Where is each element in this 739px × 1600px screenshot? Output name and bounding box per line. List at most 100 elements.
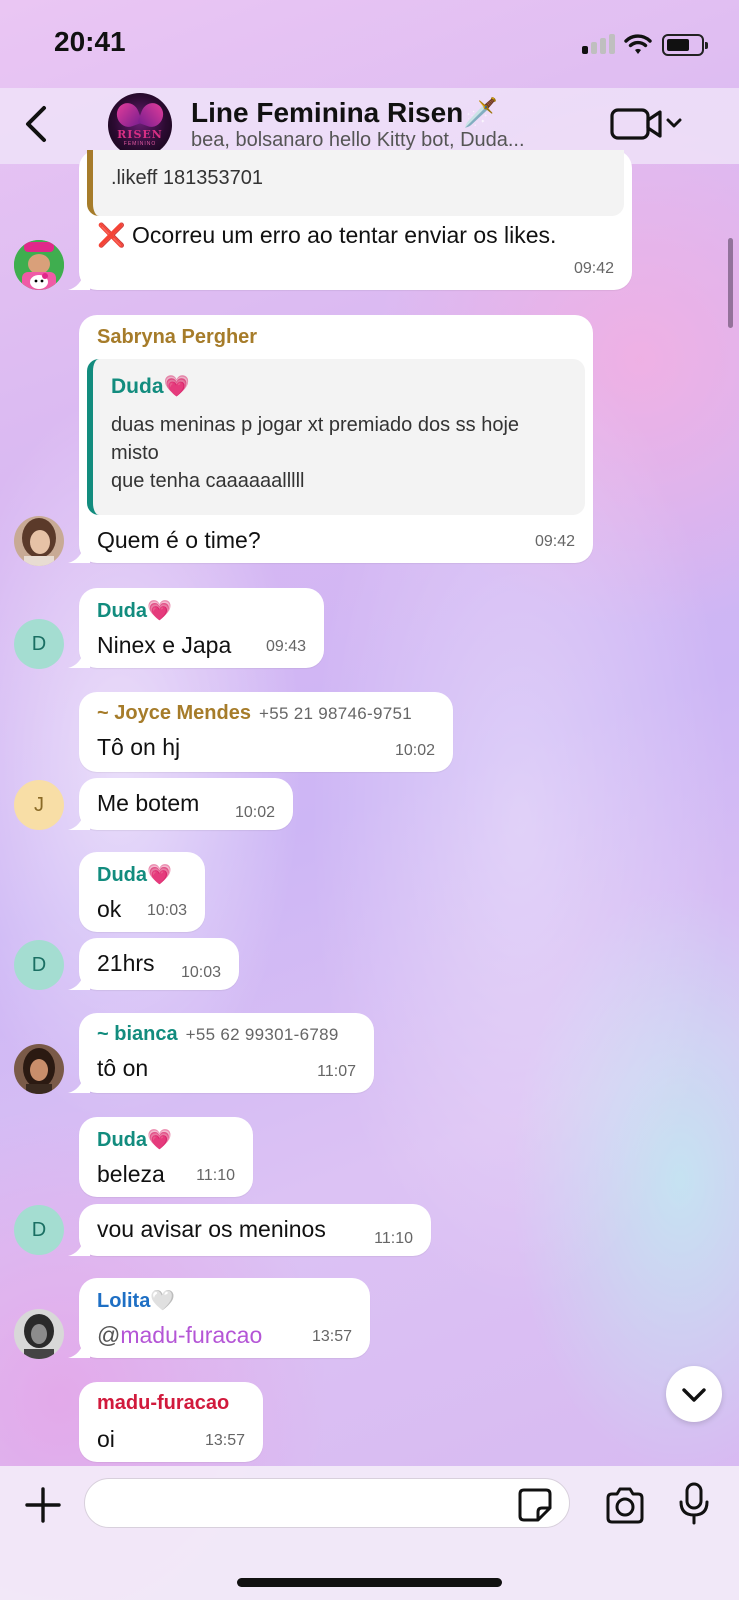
quoted-line: que tenha caaaaaalllll <box>111 470 305 492</box>
group-participants[interactable]: bea, bolsanaro hello Kitty bot, Duda... <box>191 129 525 152</box>
sticker-icon[interactable] <box>518 1488 552 1522</box>
status-time: 20:41 <box>54 26 126 57</box>
logo-wing-icon <box>137 99 167 131</box>
message-time: 10:02 <box>394 742 435 759</box>
message-bubble[interactable]: vou avisar os meninos 11:10 <box>68 1204 431 1256</box>
message-text: oi <box>97 1426 115 1452</box>
message-time: 11:10 <box>196 1167 235 1184</box>
sender-name: ~ bianca <box>97 1023 178 1045</box>
microphone-button[interactable] <box>678 1482 710 1526</box>
message-sender[interactable]: ~ Joyce Mendes +55 21 98746-9751 <box>97 702 412 725</box>
message-text: vou avisar os meninos <box>97 1216 326 1242</box>
bubble-tail <box>68 1340 90 1358</box>
message-bubble[interactable]: Duda💗 beleza 11:10 <box>79 1117 253 1197</box>
avatar[interactable]: D <box>14 940 64 990</box>
message-bubble[interactable]: Me botem 10:02 <box>68 778 293 830</box>
message-bubble[interactable]: madu-furacao oi 13:57 <box>79 1382 263 1462</box>
quoted-line: misto <box>111 442 159 464</box>
mention-prefix: @ <box>97 1322 121 1348</box>
back-button[interactable] <box>18 102 58 146</box>
message-time: 13:57 <box>311 1328 352 1345</box>
message-time: 10:02 <box>234 804 275 821</box>
bubble-tail <box>68 650 90 668</box>
avatar[interactable]: J <box>14 780 64 830</box>
logo-wing-icon <box>113 99 143 131</box>
bubble-tail <box>68 812 90 830</box>
camera-button[interactable] <box>604 1486 646 1526</box>
cellular-signal-icon <box>582 34 616 54</box>
avatar[interactable] <box>14 516 64 566</box>
message-time: 13:57 <box>204 1432 245 1449</box>
message-time: 11:10 <box>374 1230 413 1247</box>
group-avatar[interactable]: RISEN FEMININO <box>108 93 172 157</box>
message-bubble[interactable]: .likeff 181353701 ❌ Ocorreu um erro ao t… <box>68 150 632 290</box>
home-indicator[interactable] <box>237 1578 502 1587</box>
status-bar: 20:41 <box>0 0 739 88</box>
message-time: 11:07 <box>317 1063 356 1080</box>
scrollbar[interactable] <box>728 238 733 328</box>
bubble-tail <box>68 972 90 990</box>
message-time: 09:42 <box>534 533 575 550</box>
user-photo-icon <box>14 1044 64 1094</box>
message-sender[interactable]: Duda💗 <box>97 1127 172 1152</box>
sender-name: ~ Joyce Mendes <box>97 702 251 724</box>
chevron-down-icon <box>682 1388 706 1402</box>
message-bubble[interactable]: ~ bianca +55 62 99301-6789 tô on 11:07 <box>68 1013 374 1093</box>
message-time: 10:03 <box>146 902 187 919</box>
avatar[interactable]: D <box>14 1205 64 1255</box>
hello-kitty-avatar-icon <box>14 240 64 290</box>
sender-phone: +55 21 98746-9751 <box>258 704 413 723</box>
avatar-logo-subtext: FEMININO <box>123 141 157 147</box>
avatar-logo-text: RISEN <box>117 128 163 141</box>
avatar[interactable]: D <box>14 619 64 669</box>
message-text: ❌ Ocorreu um erro ao tentar enviar os li… <box>97 222 557 248</box>
avatar[interactable] <box>14 1309 64 1359</box>
mention-link[interactable]: madu-furacao <box>120 1322 262 1348</box>
message-bubble[interactable]: Lolita🤍 @madu-furacao 13:57 <box>68 1278 370 1358</box>
user-photo-icon <box>14 516 64 566</box>
message-text: Ninex e Japa <box>97 632 232 658</box>
message-text: 21hrs <box>97 950 155 976</box>
battery-icon <box>662 34 708 56</box>
attach-plus-button[interactable] <box>24 1486 62 1524</box>
message-text: ok <box>97 896 122 922</box>
scroll-to-bottom-button[interactable] <box>666 1366 722 1422</box>
message-sender[interactable]: Sabryna Pergher <box>97 326 257 349</box>
quoted-text: duas meninas p jogar xt premiado dos ss … <box>111 411 519 495</box>
message-time: 10:03 <box>180 964 221 981</box>
message-bubble[interactable]: ~ Joyce Mendes +55 21 98746-9751 Tô on hj… <box>79 692 453 772</box>
message-text: Tô on hj <box>97 734 181 760</box>
message-sender[interactable]: Duda💗 <box>97 862 172 887</box>
message-bubble[interactable]: Duda💗 Ninex e Japa 09:43 <box>68 588 324 668</box>
avatar[interactable] <box>14 240 64 290</box>
quoted-text: .likeff 181353701 <box>111 167 263 189</box>
bubble-tail <box>68 272 90 290</box>
group-title[interactable]: Line Feminina Risen🗡️ <box>191 96 498 129</box>
quoted-message: .likeff 181353701 <box>87 150 624 216</box>
message-text: Quem é o time? <box>97 527 261 553</box>
message-sender[interactable]: madu-furacao <box>97 1392 229 1415</box>
user-photo-icon <box>14 1309 64 1359</box>
message-bubble[interactable]: 21hrs 10:03 <box>68 938 239 990</box>
video-call-button[interactable] <box>610 102 686 146</box>
message-input[interactable] <box>84 1478 570 1528</box>
message-text: Me botem <box>97 790 200 816</box>
message-time: 09:42 <box>573 260 614 277</box>
message-text: tô on <box>97 1055 149 1081</box>
message-sender[interactable]: Lolita🤍 <box>97 1288 175 1313</box>
message-text: @madu-furacao <box>97 1322 262 1349</box>
bubble-tail <box>68 545 90 563</box>
quoted-line: duas meninas p jogar xt premiado dos ss … <box>111 414 520 436</box>
bubble-tail <box>68 1238 90 1256</box>
wifi-icon <box>624 34 652 54</box>
avatar[interactable] <box>14 1044 64 1094</box>
bubble-tail <box>68 1075 90 1093</box>
sender-phone: +55 62 99301-6789 <box>185 1025 339 1044</box>
message-sender[interactable]: Duda💗 <box>97 598 172 623</box>
quoted-sender: Duda💗 <box>111 375 190 398</box>
message-bubble[interactable]: Sabryna Pergher Duda💗 duas meninas p jog… <box>68 315 593 563</box>
message-text: beleza <box>97 1161 165 1187</box>
message-sender[interactable]: ~ bianca +55 62 99301-6789 <box>97 1023 339 1046</box>
quoted-message[interactable]: Duda💗 duas meninas p jogar xt premiado d… <box>87 359 585 515</box>
message-bubble[interactable]: Duda💗 ok 10:03 <box>79 852 205 932</box>
